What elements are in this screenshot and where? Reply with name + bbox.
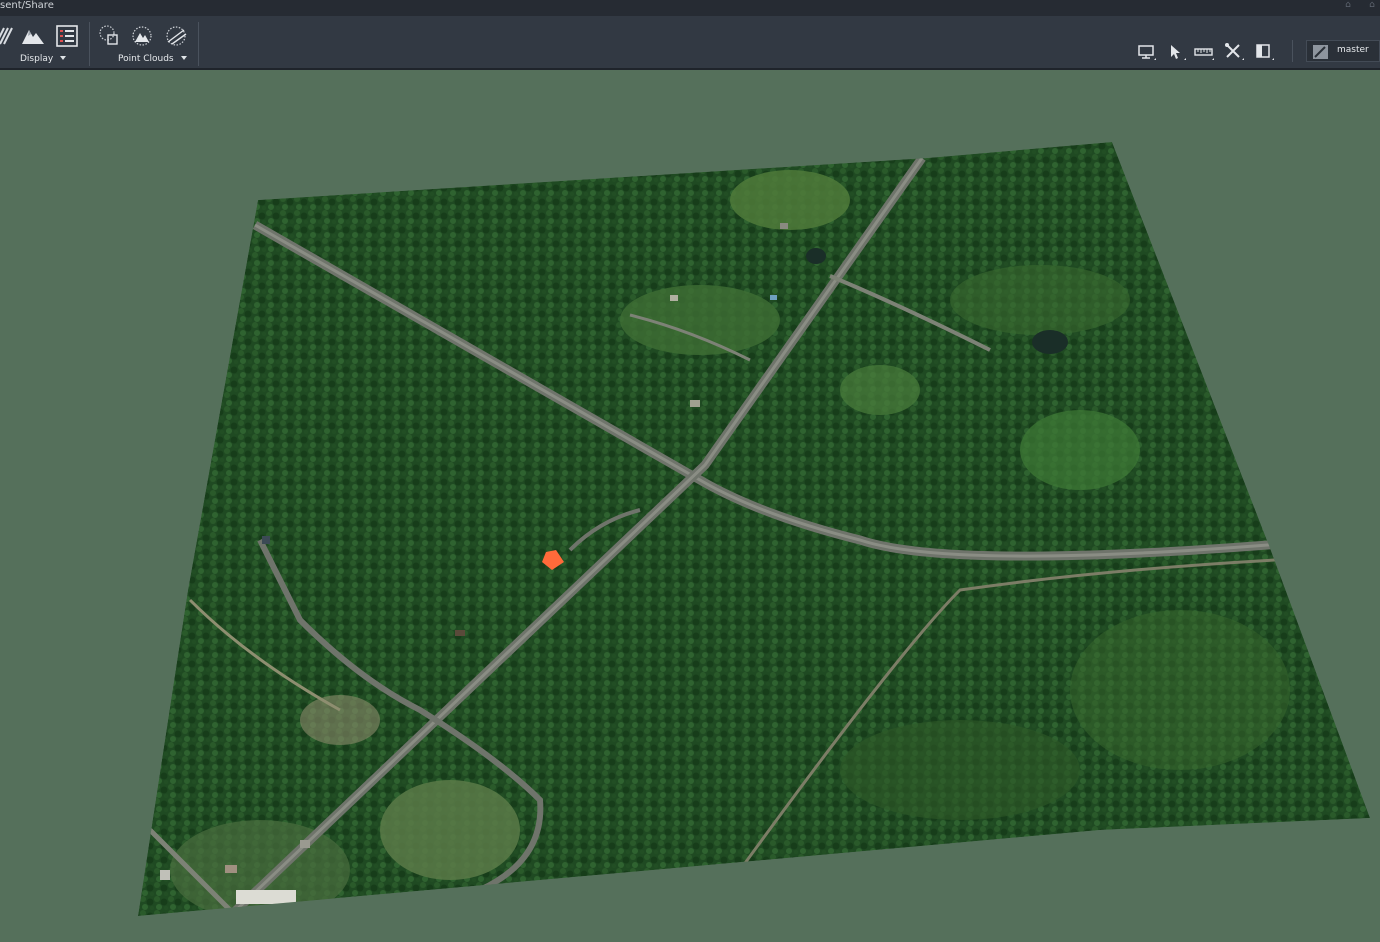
terrain-icon[interactable] — [21, 24, 45, 48]
toolbar-divider — [89, 22, 90, 66]
branch-selector[interactable]: master — [1306, 40, 1380, 62]
toolbar-divider — [1292, 40, 1293, 62]
layers-icon[interactable] — [0, 24, 18, 48]
window-control-icon[interactable]: ⌂ — [1342, 0, 1354, 10]
title-bar: sent/Share ⌂ ⌂ — [0, 0, 1380, 16]
list-icon[interactable] — [55, 24, 79, 48]
measure-icon[interactable] — [1194, 42, 1214, 62]
point-cloud-frame-icon[interactable] — [96, 24, 120, 48]
select-cursor-icon[interactable] — [1166, 42, 1186, 62]
branch-label: master — [1337, 45, 1369, 55]
toolbar-divider — [198, 22, 199, 66]
display-group-label[interactable]: Display — [20, 54, 53, 64]
branch-icon — [1313, 44, 1328, 59]
tools-icon[interactable] — [1224, 42, 1244, 62]
ribbon-toolbar: Display Point Clouds — [0, 16, 1380, 70]
panel-icon[interactable] — [1254, 42, 1274, 62]
monitor-icon[interactable] — [1136, 42, 1156, 62]
terrain-tile — [138, 142, 1370, 916]
chevron-down-icon[interactable] — [181, 56, 187, 60]
window-title: sent/Share — [0, 0, 54, 11]
point-cloud-terrain-icon[interactable] — [130, 24, 154, 48]
3d-viewport[interactable] — [0, 70, 1380, 942]
chevron-down-icon[interactable] — [60, 56, 66, 60]
point-cloud-slice-icon[interactable] — [164, 24, 188, 48]
window-control-icon[interactable]: ⌂ — [1366, 0, 1378, 10]
point-clouds-group-label[interactable]: Point Clouds — [118, 54, 174, 64]
